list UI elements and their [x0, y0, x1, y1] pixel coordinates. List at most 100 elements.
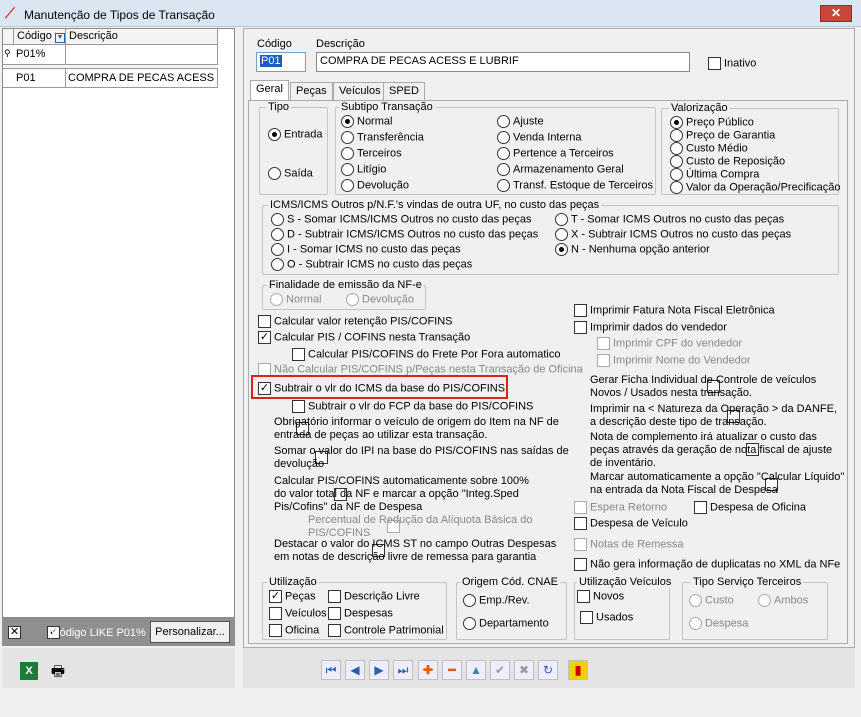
- radio-icms-x[interactable]: X - Subtrair ICMS Outros no custo das pe…: [555, 228, 791, 241]
- calcular-100-label-1: Calcular PIS/COFINS automaticamente sobr…: [274, 475, 529, 487]
- col-code-header[interactable]: Código: [17, 30, 52, 42]
- delete-icon[interactable]: ━: [442, 660, 462, 680]
- radio-entrada[interactable]: Entrada: [268, 128, 323, 141]
- cancel-icon[interactable]: ✖: [514, 660, 534, 680]
- radio-icms-o[interactable]: O - Subtrair ICMS no custo das peças: [271, 258, 472, 271]
- clear-filter-checkbox[interactable]: ✕: [8, 626, 21, 639]
- code-input[interactable]: P01: [256, 52, 306, 72]
- check-veiculos[interactable]: Veículos: [269, 607, 327, 620]
- radio-departamento[interactable]: Departamento: [463, 617, 549, 630]
- tab-veiculos[interactable]: Veículos: [333, 82, 387, 100]
- check-oficina[interactable]: Oficina: [269, 624, 319, 637]
- radio-finalidade-devolucao[interactable]: Devolução: [346, 293, 414, 306]
- print-icon[interactable]: 🖶: [48, 661, 68, 681]
- servico-title: Tipo Serviço Terceiros: [691, 576, 804, 588]
- tab-sped[interactable]: SPED: [383, 82, 425, 100]
- sort-icon[interactable]: ▼: [54, 33, 65, 43]
- code-value: P01: [260, 55, 282, 67]
- radio-terceiros[interactable]: Terceiros: [341, 147, 402, 160]
- inactive-label: Inativo: [724, 57, 757, 70]
- radio-icms-n[interactable]: N - Nenhuma opção anterior: [555, 243, 710, 256]
- row-code[interactable]: P01: [14, 69, 66, 88]
- radio-icms-d[interactable]: D - Subtrair ICMS/ICMS Outros no custo d…: [271, 228, 538, 241]
- add-icon[interactable]: ✚: [418, 660, 438, 680]
- desc-input[interactable]: COMPRA DE PECAS ACESS E LUBRIF: [316, 52, 690, 72]
- calcular-liquido-label-2: na entrada da Nota Fiscal de Despesa: [590, 484, 778, 496]
- table-row[interactable]: P01 COMPRA DE PECAS ACESS E LU: [3, 69, 218, 88]
- nota-complemento-label-1: Nota de complemento irá atualizar o cust…: [590, 431, 817, 443]
- check-controle-patrimonial[interactable]: Controle Patrimonial: [328, 624, 444, 637]
- radio-preco-publico[interactable]: Preço Público: [670, 116, 754, 129]
- radio-pertence-terceiros[interactable]: Pertence a Terceiros: [497, 147, 614, 160]
- radio-custo-reposicao[interactable]: Custo de Reposição: [670, 155, 785, 168]
- radio-despesa[interactable]: Despesa: [689, 617, 748, 630]
- radio-preco-garantia[interactable]: Preço de Garantia: [670, 129, 775, 142]
- filter-row: ⚲ P01%: [3, 45, 218, 65]
- check-subtrair-fcp[interactable]: Subtrair o vlr do FCP da base do PIS/COF…: [292, 400, 533, 413]
- check-nao-gera-duplicatas[interactable]: Não gera informação de duplicatas no XML…: [574, 558, 840, 571]
- confirm-icon[interactable]: ✔: [490, 660, 510, 680]
- percentual-reducao-label-1: Percentual de Redução da Alíquota Básica…: [308, 514, 533, 526]
- prev-icon[interactable]: ◀: [345, 660, 365, 680]
- check-usados[interactable]: Usados: [580, 611, 633, 624]
- radio-ambos[interactable]: Ambos: [758, 594, 808, 607]
- close-button[interactable]: ✕: [820, 5, 852, 22]
- check-retencao-pis[interactable]: Calcular valor retenção PIS/COFINS: [258, 315, 453, 328]
- check-despesa-oficina[interactable]: Despesa de Oficina: [694, 501, 806, 514]
- refresh-icon[interactable]: ↻: [538, 660, 558, 680]
- radio-ajuste[interactable]: Ajuste: [497, 115, 544, 128]
- check-nome-vendedor[interactable]: Imprimir Nome do Vendedor: [597, 354, 751, 367]
- check-subtrair-icms[interactable]: ✓ Subtrair o vlr do ICMS da base do PIS/C…: [258, 382, 505, 395]
- excel-export-icon[interactable]: X: [20, 662, 38, 680]
- tab-pecas[interactable]: Peças: [290, 82, 333, 100]
- somar-ipi-label-2: devolução: [274, 458, 325, 470]
- radio-icms-t[interactable]: T - Somar ICMS Outros no custo das peças: [555, 213, 784, 226]
- check-frete-por-fora[interactable]: Calcular PIS/COFINS do Frete Por Fora au…: [292, 348, 560, 361]
- filter-desc-input[interactable]: [66, 45, 218, 65]
- radio-armazenamento[interactable]: Armazenamento Geral: [497, 163, 624, 176]
- check-imprimir-fatura[interactable]: Imprimir Fatura Nota Fiscal Eletrônica: [574, 304, 775, 317]
- exit-icon[interactable]: ▮: [568, 660, 588, 680]
- check-imprimir-vendedor[interactable]: Imprimir dados do vendedor: [574, 321, 727, 334]
- check-despesas[interactable]: Despesas: [328, 607, 393, 620]
- radio-litigio[interactable]: Litígio: [341, 163, 386, 176]
- radio-devolucao[interactable]: Devolução: [341, 179, 409, 192]
- radio-transf-estoque[interactable]: Transf. Estoque de Terceiros: [497, 179, 653, 192]
- records-grid: Código ▼ Descrição ⚲ P01% P01 COMPRA DE …: [2, 28, 235, 618]
- check-espera-retorno[interactable]: Espera Retorno: [574, 501, 667, 514]
- check-cpf-vendedor[interactable]: Imprimir CPF do vendedor: [597, 337, 742, 350]
- destacar-icms-label-2: em notas de descrição livre de remessa p…: [274, 551, 537, 563]
- radio-venda-interna[interactable]: Venda Interna: [497, 131, 582, 144]
- filter-code-input[interactable]: P01%: [14, 45, 66, 65]
- radio-normal[interactable]: Normal: [341, 115, 392, 128]
- first-icon[interactable]: ⏮: [321, 660, 341, 680]
- radio-icms-s[interactable]: S - Somar ICMS/ICMS Outros no custo das …: [271, 213, 532, 226]
- radio-custo-medio[interactable]: Custo Médio: [670, 142, 748, 155]
- last-icon[interactable]: ⏭: [393, 660, 413, 680]
- valorizacao-title: Valorização: [669, 102, 730, 114]
- radio-emp-rev[interactable]: Emp./Rev.: [463, 594, 530, 607]
- radio-saida[interactable]: Saída: [268, 167, 313, 180]
- inactive-checkbox[interactable]: Inativo: [708, 57, 756, 70]
- tab-geral[interactable]: Geral: [250, 80, 289, 101]
- check-calcular-pis[interactable]: ✓ Calcular PIS / COFINS nesta Transação: [258, 331, 470, 344]
- radio-custo[interactable]: Custo: [689, 594, 734, 607]
- radio-ultima-compra[interactable]: Última Compra: [670, 168, 759, 181]
- row-desc[interactable]: COMPRA DE PECAS ACESS E LU: [66, 69, 218, 88]
- somar-ipi-label-1: Somar o valor do IPI na base do PIS/COFI…: [274, 445, 569, 457]
- customize-button[interactable]: Personalizar...: [150, 621, 230, 643]
- check-pecas[interactable]: ✓ Peças: [269, 590, 316, 603]
- radio-valor-operacao[interactable]: Valor da Operação/Precificação: [670, 181, 841, 194]
- check-notas-remessa[interactable]: Notas de Remessa: [574, 538, 684, 551]
- check-descricao-livre[interactable]: Descrição Livre: [328, 590, 420, 603]
- desc-label: Descrição: [316, 38, 365, 50]
- radio-finalidade-normal[interactable]: Normal: [270, 293, 321, 306]
- up-icon[interactable]: ▲: [466, 660, 486, 680]
- origem-title: Origem Cód. CNAE: [460, 576, 560, 588]
- col-desc-header[interactable]: Descrição: [66, 29, 218, 45]
- check-novos[interactable]: Novos: [577, 590, 624, 603]
- next-icon[interactable]: ▶: [369, 660, 389, 680]
- radio-icms-i[interactable]: I - Somar ICMS no custo das peças: [271, 243, 461, 256]
- radio-transferencia[interactable]: Transferência: [341, 131, 424, 144]
- check-despesa-veiculo[interactable]: Despesa de Veículo: [574, 517, 688, 530]
